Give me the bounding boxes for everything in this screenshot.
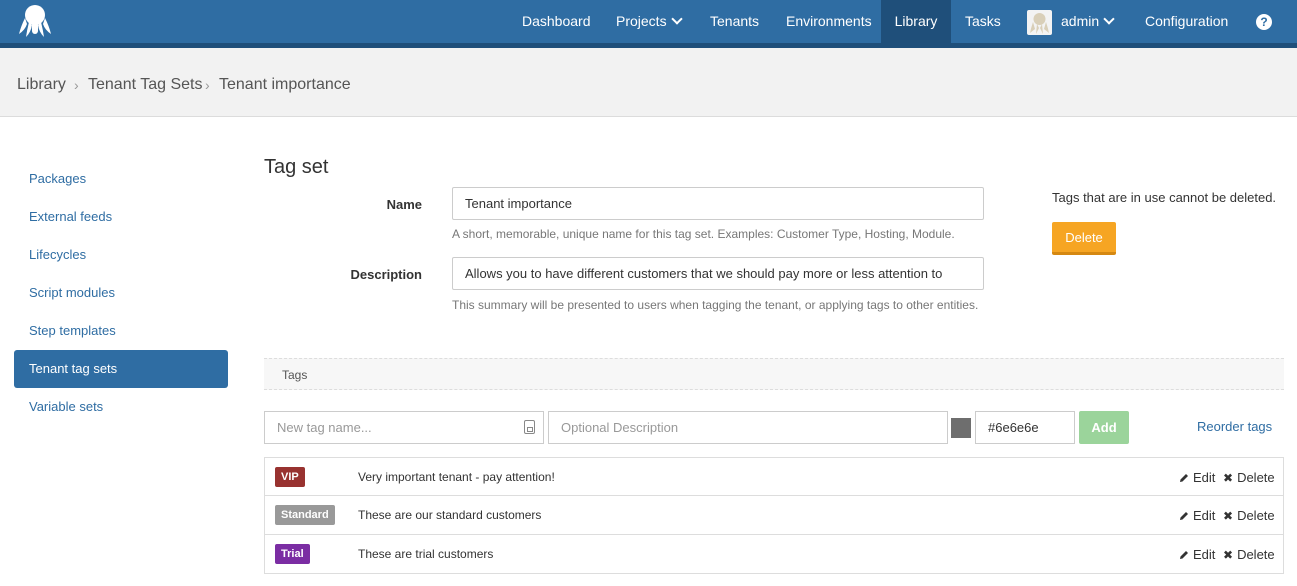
nav-tenants-label: Tenants: [710, 13, 760, 29]
name-field[interactable]: Tenant importance: [452, 187, 984, 220]
contact-card-icon: [524, 420, 535, 434]
tag-badge: Trial: [275, 544, 310, 564]
edit-label: Edit: [1193, 547, 1216, 562]
tag-description: These are our standard customers: [358, 508, 542, 522]
tag-description: These are trial customers: [358, 547, 494, 561]
user-avatar[interactable]: [1027, 10, 1052, 35]
table-row: VIP Very important tenant - pay attentio…: [264, 457, 1284, 496]
octopus-logo-icon[interactable]: [17, 4, 53, 38]
sidebar-item-packages[interactable]: Packages: [14, 160, 228, 198]
sidebar-item-label: Script modules: [29, 285, 115, 300]
chevron-down-icon: [670, 13, 683, 25]
tag-color-input[interactable]: #6e6e6e: [975, 411, 1075, 444]
pencil-icon: [1180, 474, 1188, 482]
name-help-text: A short, memorable, unique name for this…: [452, 227, 955, 241]
edit-button[interactable]: Edit: [1179, 547, 1215, 562]
tags-section-label: Tags: [282, 368, 308, 382]
tag-description-input[interactable]: Optional Description: [548, 411, 948, 444]
breadcrumb-current: Tenant importance: [219, 76, 351, 93]
delete-label: Delete: [1237, 547, 1275, 562]
table-row: Standard These are our standard customer…: [264, 496, 1284, 535]
close-icon: ✖: [1223, 471, 1234, 485]
name-label: Name: [386, 197, 422, 212]
sidebar-item-label: Variable sets: [29, 399, 104, 414]
tag-description: Very important tenant - pay attention!: [358, 470, 555, 484]
edit-label: Edit: [1193, 470, 1216, 485]
in-use-note: Tags that are in use cannot be deleted.: [1052, 190, 1277, 205]
delete-label: Delete: [1237, 470, 1275, 485]
close-icon: ✖: [1223, 548, 1234, 562]
tags-section-header: Tags: [264, 358, 1284, 390]
delete-tag-set-button[interactable]: Delete: [1052, 222, 1116, 255]
pencil-icon: [1180, 512, 1188, 520]
nav-environments-label: Environments: [786, 13, 872, 29]
sidebar-item-label: External feeds: [29, 209, 113, 224]
nav-library[interactable]: Library: [881, 0, 951, 43]
nav-user-menu[interactable]: admin: [1061, 0, 1115, 43]
color-swatch[interactable]: [951, 418, 971, 438]
edit-button[interactable]: Edit: [1179, 470, 1215, 485]
nav-tasks-label: Tasks: [965, 13, 1001, 29]
user-avatar-icon: [1030, 13, 1049, 34]
delete-button[interactable]: ✖ Delete: [1223, 508, 1275, 523]
delete-button[interactable]: ✖ Delete: [1223, 547, 1275, 562]
edit-label: Edit: [1193, 508, 1216, 523]
nav-projects[interactable]: Projects: [616, 0, 683, 43]
sidebar-item-script-modules[interactable]: Script modules: [14, 274, 228, 312]
page-title: Tag set: [264, 156, 329, 178]
nav-library-label: Library: [894, 13, 938, 29]
breadcrumb-separator-icon: ›: [205, 77, 210, 93]
pencil-icon: [1180, 551, 1188, 559]
sidebar-item-tenant-tag-sets[interactable]: Tenant tag sets: [14, 350, 228, 388]
breadcrumb: Library › Tenant Tag Sets › Tenant impor…: [0, 48, 1297, 117]
nav-configuration-label: Configuration: [1145, 13, 1229, 29]
sidebar-item-variable-sets[interactable]: Variable sets: [14, 388, 228, 426]
description-help-text: This summary will be presented to users …: [452, 298, 979, 312]
help-icon[interactable]: ?: [1256, 14, 1272, 30]
breadcrumb-library[interactable]: Library: [17, 76, 66, 94]
sidebar-item-label: Packages: [29, 171, 87, 186]
nav-dashboard[interactable]: Dashboard: [522, 0, 591, 43]
edit-button[interactable]: Edit: [1179, 508, 1215, 523]
breadcrumb-separator-icon: ›: [74, 77, 79, 93]
sidebar-item-label: Tenant tag sets: [29, 361, 118, 376]
nav-projects-label: Projects: [616, 13, 667, 29]
sidebar-item-label: Step templates: [29, 323, 116, 338]
add-tag-button[interactable]: Add: [1079, 411, 1129, 444]
tag-badge: VIP: [275, 467, 305, 487]
delete-button[interactable]: ✖ Delete: [1223, 470, 1275, 485]
sidebar-item-lifecycles[interactable]: Lifecycles: [14, 236, 228, 274]
reorder-tags-link[interactable]: Reorder tags: [1197, 419, 1272, 434]
delete-label: Delete: [1237, 508, 1275, 523]
tag-list: VIP Very important tenant - pay attentio…: [264, 457, 1284, 574]
sidebar-item-external-feeds[interactable]: External feeds: [14, 198, 228, 236]
tag-badge: Standard: [275, 505, 335, 525]
nav-environments[interactable]: Environments: [786, 0, 872, 43]
nav-tasks[interactable]: Tasks: [965, 0, 1001, 43]
nav-tenants[interactable]: Tenants: [710, 0, 759, 43]
sidebar-item-step-templates[interactable]: Step templates: [14, 312, 228, 350]
close-icon: ✖: [1223, 509, 1234, 523]
sidebar-item-label: Lifecycles: [29, 247, 87, 262]
description-field[interactable]: Allows you to have different customers t…: [452, 257, 984, 290]
nav-dashboard-label: Dashboard: [522, 13, 591, 29]
breadcrumb-tenant-tag-sets[interactable]: Tenant Tag Sets: [88, 76, 202, 94]
description-label: Description: [350, 267, 422, 282]
chevron-down-icon: [1103, 13, 1115, 25]
nav-configuration[interactable]: Configuration: [1145, 0, 1228, 43]
new-tag-name-input[interactable]: New tag name...: [264, 411, 544, 444]
user-name: admin: [1061, 13, 1100, 29]
table-row: Trial These are trial customers Edit ✖ De…: [264, 535, 1284, 574]
